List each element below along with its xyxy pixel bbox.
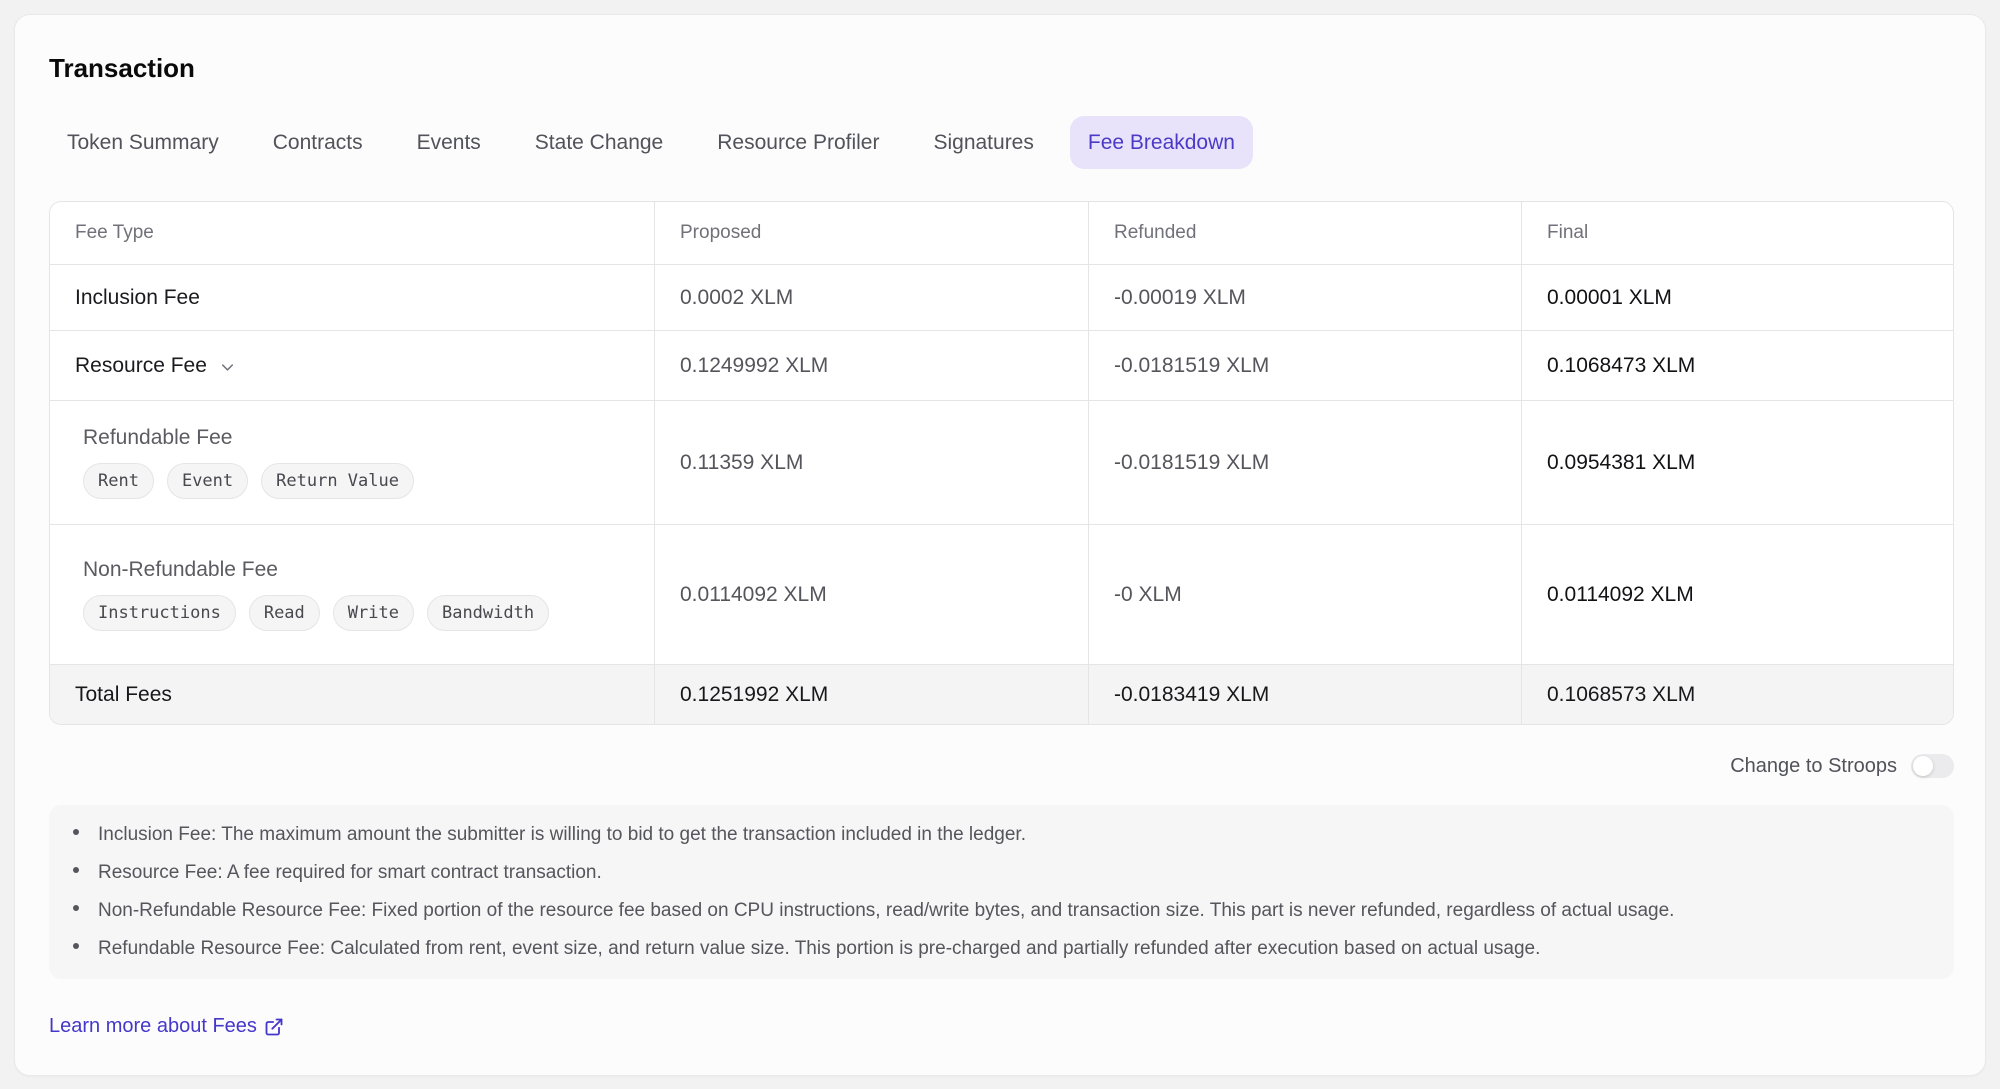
note-text: Resource Fee: A fee required for smart c… bbox=[98, 854, 602, 892]
tag-event: Event bbox=[167, 463, 248, 499]
final-value: 0.0954381 XLM bbox=[1547, 451, 1937, 475]
proposed-value: 0.0114092 XLM bbox=[680, 583, 1072, 607]
proposed-value: 0.1251992 XLM bbox=[680, 683, 1072, 707]
tab-token-summary[interactable]: Token Summary bbox=[49, 116, 237, 169]
final-value: 0.00001 XLM bbox=[1547, 286, 1937, 310]
tab-resource-profiler[interactable]: Resource Profiler bbox=[699, 116, 897, 169]
table-row-resource-fee[interactable]: Resource Fee 0.1249992 XLM -0.0181519 XL… bbox=[50, 330, 1953, 400]
toggle-knob bbox=[1913, 756, 1933, 776]
note-text: Refundable Resource Fee: Calculated from… bbox=[98, 930, 1540, 968]
bullet-icon bbox=[73, 867, 79, 873]
fee-label: Non-Refundable Fee bbox=[75, 558, 638, 582]
fee-info-box: Inclusion Fee: The maximum amount the su… bbox=[49, 805, 1954, 979]
tag-rent: Rent bbox=[83, 463, 154, 499]
fee-label: Inclusion Fee bbox=[75, 286, 638, 310]
bullet-icon bbox=[73, 829, 79, 835]
column-header-final: Final bbox=[1521, 202, 1953, 264]
column-header-fee-type: Fee Type bbox=[50, 202, 654, 264]
list-item: Non-Refundable Resource Fee: Fixed porti… bbox=[73, 892, 1926, 930]
tab-fee-breakdown[interactable]: Fee Breakdown bbox=[1070, 116, 1253, 169]
refunded-value: -0.00019 XLM bbox=[1114, 286, 1505, 310]
table-header-row: Fee Type Proposed Refunded Final bbox=[50, 202, 1953, 264]
note-text: Non-Refundable Resource Fee: Fixed porti… bbox=[98, 892, 1674, 930]
tag-instructions: Instructions bbox=[83, 595, 236, 631]
tag-read: Read bbox=[249, 595, 320, 631]
fee-label: Total Fees bbox=[75, 683, 638, 707]
learn-more-fees-label: Learn more about Fees bbox=[49, 1015, 257, 1038]
column-header-refunded: Refunded bbox=[1088, 202, 1521, 264]
bullet-icon bbox=[73, 905, 79, 911]
bullet-icon bbox=[73, 943, 79, 949]
table-row-inclusion-fee: Inclusion Fee 0.0002 XLM -0.00019 XLM 0.… bbox=[50, 264, 1953, 330]
proposed-value: 0.1249992 XLM bbox=[680, 354, 1072, 378]
list-item: Inclusion Fee: The maximum amount the su… bbox=[73, 816, 1926, 854]
tab-signatures[interactable]: Signatures bbox=[915, 116, 1051, 169]
tag-return-value: Return Value bbox=[261, 463, 414, 499]
refunded-value: -0.0183419 XLM bbox=[1114, 683, 1505, 707]
chevron-down-icon[interactable] bbox=[218, 358, 237, 377]
final-value: 0.1068473 XLM bbox=[1547, 354, 1937, 378]
list-item: Refundable Resource Fee: Calculated from… bbox=[73, 930, 1926, 968]
fee-component-tags: Instructions Read Write Bandwidth bbox=[75, 595, 638, 631]
tab-events[interactable]: Events bbox=[399, 116, 499, 169]
final-value: 0.0114092 XLM bbox=[1547, 583, 1937, 607]
stroops-toggle-row: Change to Stroops bbox=[49, 751, 1954, 781]
refunded-value: -0 XLM bbox=[1114, 583, 1505, 607]
tag-write: Write bbox=[333, 595, 414, 631]
proposed-value: 0.0002 XLM bbox=[680, 286, 1072, 310]
transaction-card: Transaction Token Summary Contracts Even… bbox=[14, 14, 1986, 1076]
list-item: Resource Fee: A fee required for smart c… bbox=[73, 854, 1926, 892]
external-link-icon bbox=[264, 1017, 284, 1037]
tab-state-change[interactable]: State Change bbox=[517, 116, 681, 169]
fee-component-tags: Rent Event Return Value bbox=[75, 463, 638, 499]
table-row-total-fees: Total Fees 0.1251992 XLM -0.0183419 XLM … bbox=[50, 664, 1953, 724]
column-header-proposed: Proposed bbox=[654, 202, 1088, 264]
refunded-value: -0.0181519 XLM bbox=[1114, 354, 1505, 378]
note-text: Inclusion Fee: The maximum amount the su… bbox=[98, 816, 1026, 854]
proposed-value: 0.11359 XLM bbox=[680, 451, 1072, 475]
tab-bar: Token Summary Contracts Events State Cha… bbox=[49, 116, 1952, 169]
fee-label: Resource Fee bbox=[75, 354, 207, 378]
page-title: Transaction bbox=[49, 53, 1952, 84]
tab-contracts[interactable]: Contracts bbox=[255, 116, 381, 169]
final-value: 0.1068573 XLM bbox=[1547, 683, 1937, 707]
fee-breakdown-table: Fee Type Proposed Refunded Final Inclusi… bbox=[49, 201, 1954, 725]
learn-more-fees-link[interactable]: Learn more about Fees bbox=[49, 1015, 284, 1038]
tag-bandwidth: Bandwidth bbox=[427, 595, 549, 631]
stroops-toggle-label: Change to Stroops bbox=[1730, 755, 1897, 778]
table-row-non-refundable-fee: Non-Refundable Fee Instructions Read Wri… bbox=[50, 524, 1953, 664]
stroops-toggle-switch[interactable] bbox=[1911, 754, 1954, 778]
fee-label: Refundable Fee bbox=[75, 426, 638, 450]
refunded-value: -0.0181519 XLM bbox=[1114, 451, 1505, 475]
table-row-refundable-fee: Refundable Fee Rent Event Return Value 0… bbox=[50, 400, 1953, 524]
